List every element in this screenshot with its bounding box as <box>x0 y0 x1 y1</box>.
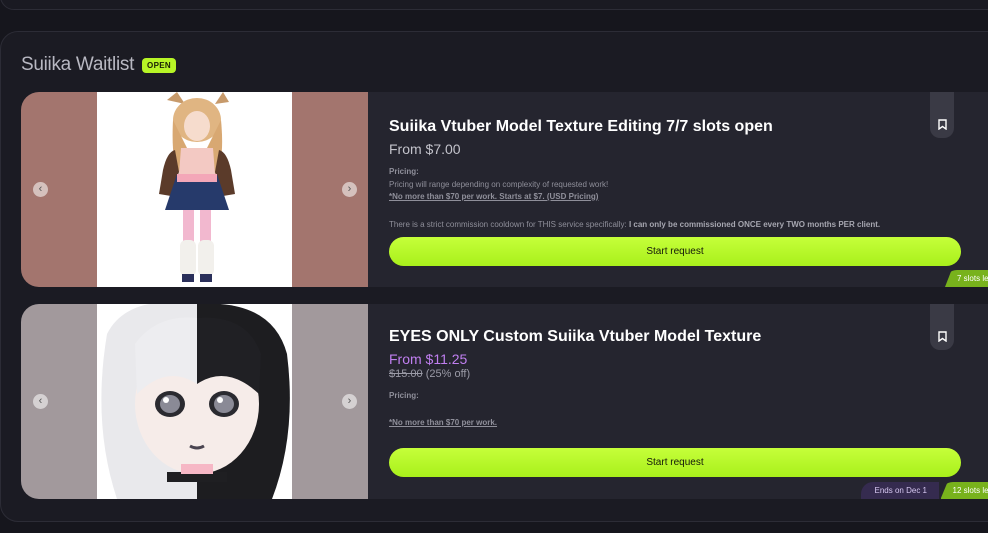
listing-title[interactable]: Suiika Vtuber Model Texture Editing 7/7 … <box>389 118 773 136</box>
listing-image <box>97 304 292 499</box>
bookmark-button[interactable] <box>930 92 954 138</box>
bookmark-button[interactable] <box>930 304 954 350</box>
listing-gallery[interactable]: ‹ › <box>21 92 368 287</box>
description-line: Pricing will range depending on complexi… <box>389 180 609 189</box>
listing-title[interactable]: EYES ONLY Custom Suiika Vtuber Model Tex… <box>389 328 761 346</box>
description-label: Pricing: <box>389 167 419 176</box>
status-badge: OPEN <box>142 57 176 73</box>
description-line: *No more than $70 per work. <box>389 418 498 427</box>
description-line: There is a strict commission cooldown fo… <box>389 220 880 229</box>
carousel-prev-button[interactable]: ‹ <box>33 394 48 409</box>
bookmark-icon <box>937 331 947 343</box>
slots-left-badge: 12 slots left <box>940 482 988 499</box>
section-header: Suiika Waitlist OPEN <box>21 54 176 76</box>
slots-left-badge: 7 slots left <box>944 270 988 287</box>
character-illustration <box>101 304 290 499</box>
start-request-button[interactable]: Start request <box>389 448 961 477</box>
listing-image <box>97 92 292 287</box>
description-text: There is a strict commission cooldown fo… <box>389 220 629 229</box>
discount-text: (25% off) <box>422 368 471 380</box>
listing-card[interactable]: ‹ › Suiika Vtuber Model Texture Editing … <box>21 92 988 287</box>
character-illustration <box>159 92 235 282</box>
listing-price: From $7.00 <box>389 141 461 157</box>
ends-on-badge: Ends on Dec 1 <box>860 482 939 499</box>
strikethrough-price: $15.00 <box>389 368 423 380</box>
listing-gallery[interactable]: ‹ › <box>21 304 368 499</box>
start-request-button[interactable]: Start request <box>389 237 961 266</box>
listing-info: Suiika Vtuber Model Texture Editing 7/7 … <box>389 92 974 287</box>
previous-section-panel <box>0 0 988 10</box>
description-label: Pricing: <box>389 391 419 400</box>
section-title: Suiika Waitlist <box>21 54 135 75</box>
carousel-next-button[interactable]: › <box>342 394 357 409</box>
listing-card[interactable]: ‹ › EYES ONLY Custom Suiika Vtuber Model… <box>21 304 988 499</box>
description-emphasis: I can only be commissioned ONCE every TW… <box>628 220 881 229</box>
bookmark-icon <box>937 119 947 131</box>
original-price: $15.00 (25% off) <box>389 368 470 380</box>
listing-price: From $11.25 <box>389 351 468 367</box>
description-line: *No more than $70 per work. Starts at $7… <box>389 192 599 201</box>
carousel-next-button[interactable]: › <box>342 182 357 197</box>
listing-info: EYES ONLY Custom Suiika Vtuber Model Tex… <box>389 304 974 499</box>
carousel-prev-button[interactable]: ‹ <box>33 182 48 197</box>
